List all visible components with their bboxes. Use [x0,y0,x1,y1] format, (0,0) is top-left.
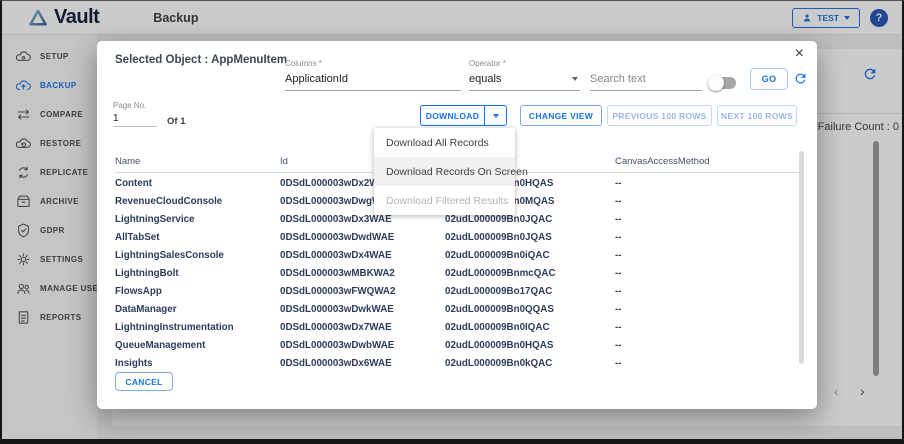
cell-id: 0DSdL000003wDwbWAE [280,340,395,351]
table-row[interactable]: Insights 0DSdL000003wDx6WAE 02udL000009B… [115,355,803,373]
download-label: DOWNLOAD [425,110,480,121]
download-menu-item[interactable]: Download All Records [374,128,515,157]
filter-toggle[interactable] [708,75,736,91]
cell-canvasaccessmethod: -- [615,214,622,225]
cell-applicationid: 02udL000009Bn0iQAC [445,250,550,261]
toggle-knob [708,75,724,91]
close-icon[interactable]: × [795,46,804,62]
cell-applicationid: 02udL000009Bn0JQAS [445,232,552,243]
cell-id: 0DSdL000003wDx6WAE [280,358,392,369]
header-id: Id [280,156,288,167]
page-no-label: Page No. [113,101,147,110]
selected-object-modal: Selected Object : AppMenuItem × Columns … [97,41,817,409]
cell-id: 0DSdL000003wDx7WAE [280,322,392,333]
table-row[interactable]: FlowsApp 0DSdL000003wFWQWA2 02udL000009B… [115,283,803,301]
cell-canvasaccessmethod: -- [615,196,622,207]
app-window: Vault Backup TEST ? SETUP BACKUP COMPARE… [0,0,904,444]
search-input[interactable] [590,69,702,91]
modal-refresh-button[interactable] [793,71,808,91]
cell-canvasaccessmethod: -- [615,268,622,279]
page-of-label: Of 1 [167,116,186,127]
cell-applicationid: 02udL000009Bn0HQAS [445,340,554,351]
cell-name: AllTabSet [115,232,160,243]
cell-applicationid: 02udL000009Bn0JQAC [445,214,553,225]
cell-name: LightningBolt [115,268,179,279]
download-menu: Download All Records Download Records On… [374,128,528,215]
columns-label: Columns * [285,59,322,68]
cell-canvasaccessmethod: -- [615,304,622,315]
operator-label: Operator * [469,59,506,68]
cell-name: Content [115,178,153,189]
cell-id: 0DSdL000003wDwkWAE [280,304,394,315]
cell-applicationid: 02udL000009Bo17QAC [445,286,553,297]
refresh-icon [795,73,806,84]
table-row[interactable]: LightningBolt 0DSdL000003wMBKWA2 02udL00… [115,265,803,283]
cell-id: 0DSdL000003wDwdWAE [280,232,395,243]
cell-name: LightningService [115,214,195,225]
cell-name: DataManager [115,304,177,315]
cell-name: LightningInstrumentation [115,322,234,333]
table-scrollbar[interactable] [799,151,804,364]
table-row[interactable]: LightningInstrumentation 0DSdL000003wDx7… [115,319,803,337]
cell-id: 0DSdL000003wFWQWA2 [280,286,396,297]
cell-canvasaccessmethod: -- [615,340,622,351]
download-button[interactable]: DOWNLOAD [420,105,507,126]
columns-field[interactable]: Columns * ApplicationId [285,59,461,91]
cell-canvasaccessmethod: -- [615,250,622,261]
chevron-down-icon [492,113,499,118]
cell-id: 0DSdL000003wDx4WAE [280,250,392,261]
cell-applicationid: 02udL000009Bn0IQAC [445,322,550,333]
header-canvasaccessmethod: CanvasAccessMethod [615,156,710,167]
download-menu-item[interactable]: Download Records On Screen [374,157,528,186]
previous-100-rows-button[interactable]: PREVIOUS 100 ROWS [607,105,712,126]
cell-name: FlowsApp [115,286,162,297]
cell-applicationid: 02udL000009BnmcQAC [445,268,556,279]
chevron-down-icon [572,77,578,81]
table-row[interactable]: DataManager 0DSdL000003wDwkWAE 02udL0000… [115,301,803,319]
cell-canvasaccessmethod: -- [615,358,622,369]
operator-value: equals [469,73,502,85]
columns-value: ApplicationId [285,73,348,85]
download-menu-toggle[interactable] [484,106,506,125]
search-field [590,59,702,91]
table-row[interactable]: LightningSalesConsole 0DSdL000003wDx4WAE… [115,247,803,265]
cell-id: 0DSdL000003wMBKWA2 [280,268,395,279]
operator-field[interactable]: Operator * equals [469,59,580,91]
modal-title: Selected Object : AppMenuItem [115,54,288,66]
download-menu-item-label: Download Records On Screen [386,165,528,178]
cell-canvasaccessmethod: -- [615,232,622,243]
download-menu-item-label: Download Filtered Results [386,194,509,207]
change-view-button[interactable]: CHANGE VIEW [520,105,602,126]
next-100-rows-button[interactable]: NEXT 100 ROWS [717,105,797,126]
header-name: Name [115,156,141,167]
download-menu-item[interactable]: Download Filtered Results [374,186,515,215]
download-menu-item-label: Download All Records [386,136,489,149]
page-number-block: Page No. 1 Of 1 [113,101,185,127]
table-row[interactable]: AllTabSet 0DSdL000003wDwdWAE 02udL000009… [115,229,803,247]
cell-name: LightningSalesConsole [115,250,224,261]
go-button[interactable]: GO [750,68,788,90]
cell-canvasaccessmethod: -- [615,178,622,189]
cancel-button[interactable]: CANCEL [115,372,173,391]
cell-applicationid: 02udL000009Bn0kQAC [445,358,553,369]
page-number-input[interactable]: 1 [113,113,157,127]
cell-name: RevenueCloudConsole [115,196,223,207]
cell-name: Insights [115,358,153,369]
cell-name: QueueManagement [115,340,206,351]
cell-id: 0DSdL000003wDx3WAE [280,214,392,225]
cell-canvasaccessmethod: -- [615,286,622,297]
table-row[interactable]: QueueManagement 0DSdL000003wDwbWAE 02udL… [115,337,803,355]
cell-canvasaccessmethod: -- [615,322,622,333]
cell-applicationid: 02udL000009Bn0QQAS [445,304,554,315]
